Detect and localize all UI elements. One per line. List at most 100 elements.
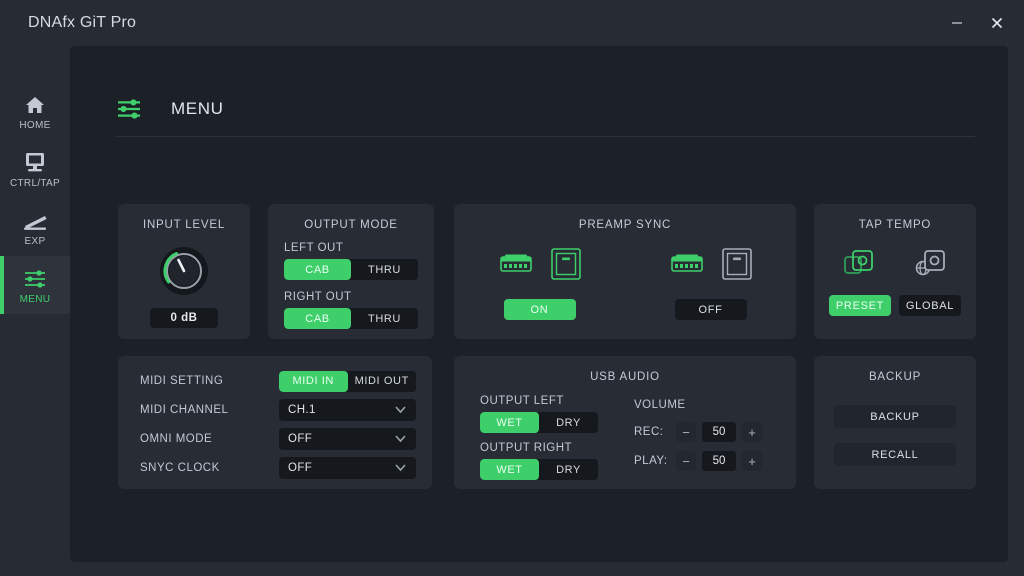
sliders-icon [115,98,143,120]
play-label: PLAY: [634,455,668,467]
window-controls [944,0,1010,46]
page-title: MENU [171,99,224,118]
right-out-toggle[interactable]: CAB THRU [284,308,418,329]
tap-tempo-panel: TAP TEMPO PRESET GLOBAL [814,204,976,339]
chevron-down-icon [394,403,407,421]
panel-title: OUTPUT MODE [304,219,398,231]
sidebar-item-label: MENU [19,294,51,305]
backup-button[interactable]: BACKUP [834,405,956,428]
preamp-sync-off-button[interactable]: OFF [674,299,747,320]
multi-effects-pedal-icon [669,251,705,282]
backup-panel: BACKUP BACKUP RECALL [814,356,976,489]
chevron-down-icon [394,461,407,479]
omni-mode-select[interactable]: OFF [279,428,416,450]
omni-mode-value: OFF [288,433,313,445]
right-out-option-cab[interactable]: CAB [284,308,351,329]
preamp-sync-off-icons [669,245,753,287]
play-decrement-button[interactable]: − [676,451,696,471]
monitor-icon [23,149,47,173]
output-right-label: OUTPUT RIGHT [480,442,573,454]
rec-label: REC: [634,426,664,438]
page-header: MENU [115,98,975,137]
sync-clock-select[interactable]: OFF [279,457,416,479]
sidebar-item-home[interactable]: HOME [0,82,70,140]
preamp-sync-options: ON OFF [454,245,796,320]
sidebar-item-exp[interactable]: EXP [0,198,70,256]
backup-buttons: BACKUP RECALL [814,405,976,466]
panel-title: USB AUDIO [590,371,660,383]
preamp-sync-off-group: OFF [641,245,781,320]
midi-setting-option-in[interactable]: MIDI IN [279,370,348,392]
rec-increment-button[interactable]: + [742,422,762,442]
usb-output-group: OUTPUT LEFT WET DRY OUTPUT RIGHT WET DRY [480,395,608,489]
usb-audio-panel: USB AUDIO OUTPUT LEFT WET DRY OUTPUT RIG… [454,356,796,489]
usb-volume-group: VOLUME REC: − 50 + PLAY: − 50 + [634,395,794,489]
output-right-option-dry[interactable]: DRY [539,459,598,480]
sidebar: HOME CTRL/TAP EXP MENU [0,46,70,576]
rec-volume-row: REC: − 50 + [634,422,794,442]
play-volume-row: PLAY: − 50 + [634,451,794,471]
play-value: 50 [702,451,736,471]
volume-label: VOLUME [634,399,686,411]
minimize-button[interactable] [944,10,970,36]
multi-effects-pedal-icon [498,251,534,282]
preamp-sync-on-button[interactable]: ON [503,299,576,320]
tap-tempo-preset-button[interactable]: PRESET [829,295,891,316]
panel-title: TAP TEMPO [858,219,932,231]
right-out-label: RIGHT OUT [284,291,352,303]
chevron-down-icon [394,432,407,450]
omni-mode-row: OMNI MODE OFF [140,428,416,450]
global-tempo-icon [915,247,947,281]
left-out-group: LEFT OUT CAB THRU [284,242,418,280]
amp-head-icon [550,247,582,286]
left-out-option-thru[interactable]: THRU [351,259,418,280]
right-out-option-thru[interactable]: THRU [351,308,418,329]
sidebar-item-ctrl-tap[interactable]: CTRL/TAP [0,140,70,198]
right-out-group: RIGHT OUT CAB THRU [284,291,418,329]
sidebar-item-label: EXP [24,236,46,247]
output-mode-panel: OUTPUT MODE LEFT OUT CAB THRU RIGHT OUT … [268,204,434,339]
preset-tempo-icon [843,247,875,281]
amp-head-icon [721,247,753,286]
rotary-knob[interactable] [158,245,210,297]
midi-panel: MIDI SETTING MIDI IN MIDI OUT MIDI CHANN… [118,356,432,489]
sidebar-item-label: HOME [19,120,51,131]
app-title: DNAfx GiT Pro [28,14,137,31]
output-left-toggle[interactable]: WET DRY [480,412,598,433]
title-bar: DNAfx GiT Pro [0,0,1024,46]
midi-channel-value: CH.1 [288,404,316,416]
midi-channel-row: MIDI CHANNEL CH.1 [140,399,416,421]
midi-setting-option-out[interactable]: MIDI OUT [347,370,416,392]
rec-decrement-button[interactable]: − [676,422,696,442]
output-right-option-wet[interactable]: WET [480,459,539,480]
panel-title: INPUT LEVEL [142,219,226,231]
close-button[interactable] [984,10,1010,36]
midi-setting-row: MIDI SETTING MIDI IN MIDI OUT [140,370,416,392]
recall-button[interactable]: RECALL [834,443,956,466]
left-out-toggle[interactable]: CAB THRU [284,259,418,280]
left-out-option-cab[interactable]: CAB [284,259,351,280]
input-level-value: 0 dB [150,308,218,328]
output-left-option-dry[interactable]: DRY [539,412,598,433]
sidebar-item-menu[interactable]: MENU [0,256,70,314]
output-left-label: OUTPUT LEFT [480,395,564,407]
panel-title: BACKUP [868,371,922,383]
input-level-panel: INPUT LEVEL 0 dB [118,204,250,339]
expression-pedal-icon [21,207,49,231]
preamp-sync-on-icons [498,245,582,287]
input-level-control: 0 dB [118,245,250,328]
home-icon [24,91,46,115]
left-out-label: LEFT OUT [284,242,344,254]
output-right-toggle[interactable]: WET DRY [480,459,598,480]
midi-setting-toggle[interactable]: MIDI IN MIDI OUT [279,370,416,392]
play-increment-button[interactable]: + [742,451,762,471]
application-window: DNAfx GiT Pro HOME CTRL/TAP EXP MENU MEN… [0,0,1024,576]
output-left-option-wet[interactable]: WET [480,412,539,433]
sync-clock-row: SNYC CLOCK OFF [140,457,416,479]
sidebar-item-label: CTRL/TAP [10,178,60,189]
midi-channel-select[interactable]: CH.1 [279,399,416,421]
tap-tempo-global-button[interactable]: GLOBAL [899,295,961,316]
midi-settings-list: MIDI SETTING MIDI IN MIDI OUT MIDI CHANN… [118,356,432,479]
sync-clock-value: OFF [288,462,313,474]
tap-tempo-icons [814,247,976,281]
